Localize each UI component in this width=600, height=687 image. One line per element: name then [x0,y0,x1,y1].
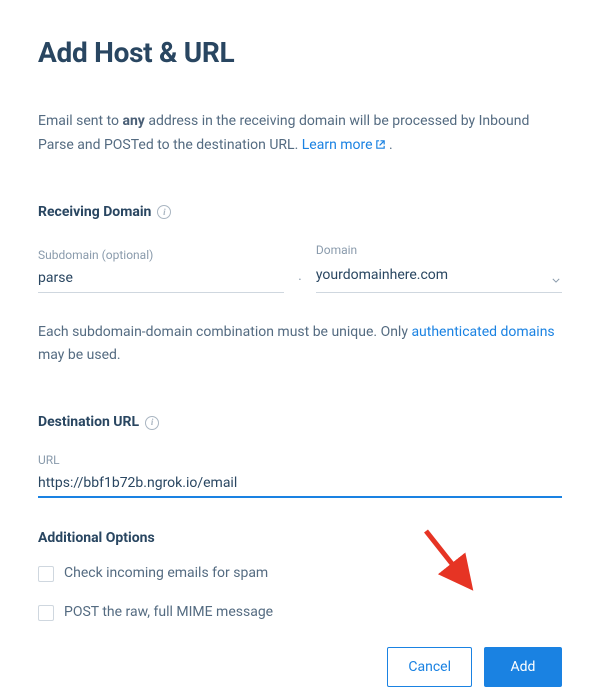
spam-check-checkbox[interactable] [38,566,54,582]
learn-more-link[interactable]: Learn more [302,137,386,153]
add-button[interactable]: Add [484,647,562,687]
info-icon[interactable]: i [145,416,159,430]
authenticated-domains-link[interactable]: authenticated domains [411,324,554,340]
destination-url-label: Destination URL i [38,412,562,433]
post-raw-label[interactable]: POST the raw, full MIME message [64,602,273,623]
subdomain-input[interactable] [38,266,284,293]
subdomain-label: Subdomain (optional) [38,246,284,264]
info-icon[interactable]: i [157,205,171,219]
post-raw-checkbox[interactable] [38,605,54,621]
external-link-icon [375,139,386,150]
page-title: Add Host & URL [38,32,562,74]
receiving-domain-label: Receiving Domain i [38,202,562,223]
domain-label: Domain [316,241,562,259]
url-label: URL [38,451,562,469]
intro-text: Email sent to any address in the receivi… [38,110,562,158]
domain-select[interactable]: yourdomainhere.com [316,261,562,293]
spam-check-label[interactable]: Check incoming emails for spam [64,563,268,584]
receiving-domain-helper: Each subdomain-domain combination must b… [38,321,562,369]
additional-options-label: Additional Options [38,528,562,549]
domain-separator: . [296,266,304,293]
cancel-button[interactable]: Cancel [387,647,472,687]
url-input[interactable] [38,471,562,498]
